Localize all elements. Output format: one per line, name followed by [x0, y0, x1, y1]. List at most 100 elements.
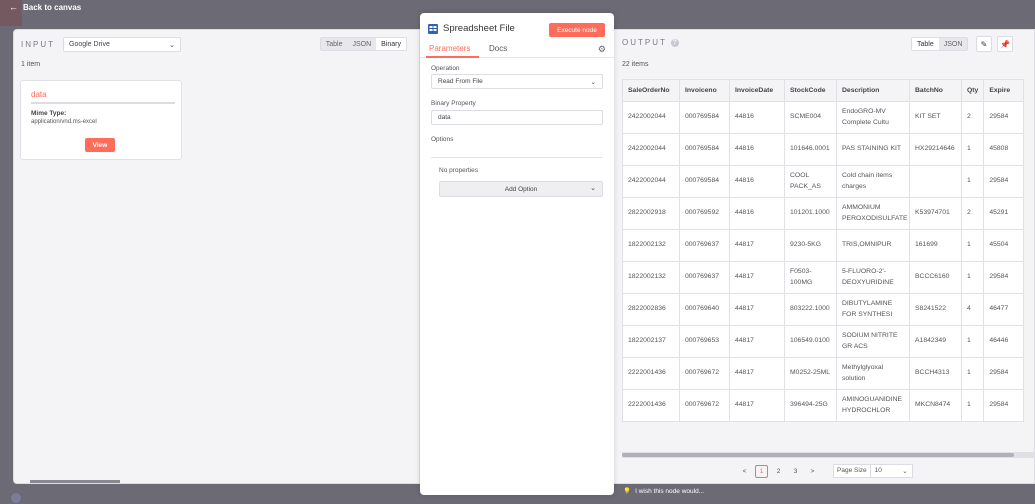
- add-option-button[interactable]: Add Option ⌄: [439, 181, 603, 197]
- column-header: BatchNo: [909, 79, 962, 102]
- pager-next[interactable]: >: [806, 465, 819, 478]
- output-view-json[interactable]: JSON: [939, 38, 968, 50]
- column-header: Qty: [960, 79, 985, 102]
- table-cell: 5-FLUORO-2'-DEOXYURIDINE: [836, 261, 910, 294]
- output-header: OUTPUT ?: [622, 38, 679, 47]
- tab-docs[interactable]: Docs: [489, 44, 507, 53]
- node-name[interactable]: Spreadsheet File: [443, 23, 515, 34]
- table-cell: KIT SET: [909, 101, 962, 134]
- table-cell: 000769637: [679, 261, 730, 294]
- binary-property-input[interactable]: data: [431, 110, 603, 125]
- table-cell: 2422002044: [622, 133, 680, 166]
- table-cell: 000769640: [679, 293, 730, 326]
- table-cell: 44816: [729, 197, 785, 230]
- operation-select[interactable]: Read From File ⌄: [431, 74, 603, 89]
- input-view-binary[interactable]: Binary: [376, 38, 406, 50]
- back-to-canvas-link[interactable]: ← Back to canvas: [9, 2, 81, 12]
- table-cell: 46477: [983, 293, 1025, 326]
- options-divider: [431, 157, 603, 158]
- operation-value: Read From File: [438, 78, 483, 85]
- table-cell: 44817: [729, 325, 785, 358]
- pager-page-2[interactable]: 2: [772, 465, 785, 478]
- tab-parameters[interactable]: Parameters: [429, 44, 470, 53]
- table-cell: SODIUM NITRITE GR ACS: [836, 325, 910, 358]
- pager-prev[interactable]: <: [738, 465, 751, 478]
- active-tab-indicator: [426, 56, 479, 58]
- table-row: 2222001436 000769672 44817 M0252-25ML Methyl…: [622, 357, 1025, 390]
- table-cell: 000769584: [679, 101, 730, 134]
- edit-output-button[interactable]: ✎: [976, 36, 992, 52]
- table-cell: 1822002132: [622, 261, 680, 294]
- table-cell: 1: [960, 133, 985, 166]
- input-node-select[interactable]: Google Drive ⌄: [63, 37, 181, 52]
- canvas-zoom-dot[interactable]: [11, 493, 21, 503]
- page-size-control: Page Size 10 ⌄: [833, 464, 913, 478]
- lightbulb-icon: 💡: [623, 488, 632, 495]
- table-cell: 29584: [983, 357, 1025, 390]
- execute-node-button[interactable]: Execute node: [549, 23, 605, 37]
- gear-icon[interactable]: ⚙: [598, 44, 606, 55]
- table-cell: 106549.0100: [784, 325, 837, 358]
- output-table-container[interactable]: SaleOrderNo Invoiceno InvoiceDate StockCode…: [622, 79, 1035, 462]
- table-row: 2422002044 000769584 44816 SCME004 EndoGRO-M…: [622, 101, 1025, 134]
- feedback-link[interactable]: 💡 I wish this node would...: [623, 487, 704, 496]
- table-row: 1822002132 000769637 44817 F0503-100MG 5-FLU…: [622, 261, 1025, 294]
- input-node-value: Google Drive: [69, 41, 110, 48]
- output-table: SaleOrderNo Invoiceno InvoiceDate StockCode…: [622, 79, 1025, 422]
- pager-page-3[interactable]: 3: [789, 465, 802, 478]
- table-cell: K53974701: [909, 197, 962, 230]
- table-cell: DIBUTYLAMINE FOR SYNTHESI: [836, 293, 910, 326]
- table-cell: 2: [960, 197, 985, 230]
- table-cell: 45504: [983, 229, 1025, 262]
- table-row: 1822002132 000769637 44817 9230-5KG TRIS,OMN…: [622, 229, 1025, 262]
- table-cell: 000769672: [679, 357, 730, 390]
- table-header-row: SaleOrderNo Invoiceno InvoiceDate StockCode…: [622, 79, 1025, 102]
- table-cell: 44817: [729, 293, 785, 326]
- table-cell: SCME004: [784, 101, 837, 134]
- table-cell: 46446: [983, 325, 1025, 358]
- input-item-count: 1 item: [21, 61, 41, 68]
- input-view-json[interactable]: JSON: [347, 38, 376, 50]
- table-cell: 45808: [983, 133, 1025, 166]
- pager-page-1[interactable]: 1: [755, 464, 768, 478]
- add-option-label: Add Option: [504, 185, 538, 193]
- table-cell: 44817: [729, 261, 785, 294]
- table-cell: 44816: [729, 101, 785, 134]
- node-parameters-panel: Spreadsheet File Execute node Parameters…: [420, 13, 614, 495]
- column-header: Invoiceno: [679, 79, 730, 102]
- pencil-icon: ✎: [980, 39, 988, 49]
- table-cell: 44817: [729, 229, 785, 262]
- input-view-table[interactable]: Table: [321, 38, 348, 50]
- table-cell: 44817: [729, 389, 785, 422]
- table-cell: 1: [960, 325, 985, 358]
- info-icon[interactable]: ?: [670, 38, 679, 47]
- column-header: Expire: [983, 79, 1025, 102]
- table-cell: AMINOGUANIDINE HYDROCHLOR: [836, 389, 910, 422]
- pin-icon: 📌: [1000, 39, 1010, 49]
- table-cell: 1: [960, 357, 985, 390]
- table-row: 2422002044 000769584 44816 101646.0001 PAS S…: [622, 133, 1025, 166]
- input-header: INPUT Google Drive ⌄: [21, 37, 181, 52]
- no-properties-text: No properties: [439, 167, 479, 174]
- mime-type-value: application/vnd.ms-excel: [31, 119, 97, 125]
- table-cell: 44817: [729, 357, 785, 390]
- output-item-count: 22 items: [622, 61, 649, 68]
- page-size-value: 10: [874, 467, 882, 474]
- table-row: 2822002918 000769592 44816 101201.1000 AMMON…: [622, 197, 1025, 230]
- horizontal-scrollbar[interactable]: [622, 452, 1035, 458]
- table-cell: HX29214646: [909, 133, 962, 166]
- scrollbar-thumb[interactable]: [622, 453, 1014, 457]
- node-header: Spreadsheet File: [428, 23, 515, 34]
- table-cell: 396494-25G: [784, 389, 837, 422]
- view-binary-button[interactable]: View: [85, 138, 115, 152]
- table-row: 2422002044 000769584 44816 COOL PACK_AS Cold…: [622, 165, 1025, 198]
- pin-output-button[interactable]: 📌: [997, 36, 1013, 52]
- output-view-table[interactable]: Table: [912, 38, 939, 50]
- back-to-canvas-label: Back to canvas: [23, 2, 82, 12]
- table-cell: 44816: [729, 133, 785, 166]
- table-cell: 1: [960, 165, 985, 198]
- table-cell: M0252-25ML: [784, 357, 837, 390]
- page-size-select[interactable]: 10 ⌄: [870, 464, 913, 478]
- table-cell: 29584: [983, 261, 1025, 294]
- table-cell: 000769592: [679, 197, 730, 230]
